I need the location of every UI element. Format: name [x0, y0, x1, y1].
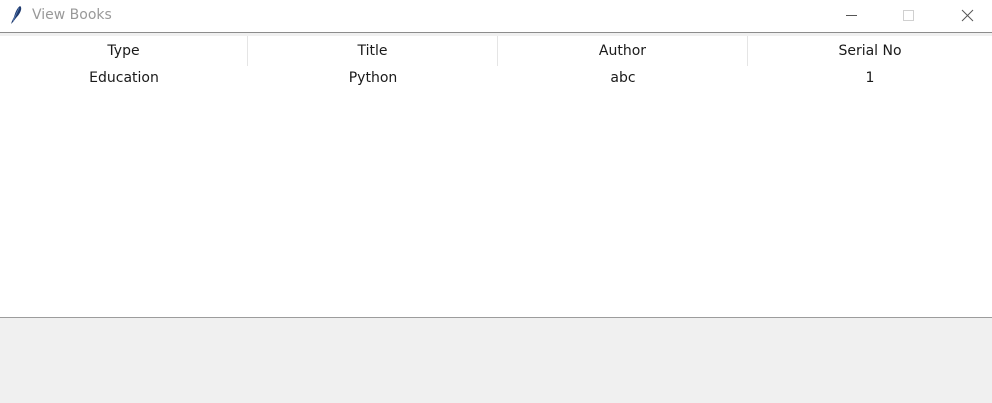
cell-author: abc — [610, 70, 636, 86]
window-title: View Books — [32, 7, 112, 23]
minimize-icon — [846, 15, 857, 16]
column-header-author[interactable]: Author — [498, 36, 748, 66]
view-books-window: View Books Type Title Author Serial No E… — [0, 0, 992, 403]
title-bar[interactable]: View Books — [0, 0, 992, 33]
cell-type: Education — [89, 70, 159, 86]
column-header-type[interactable]: Type — [0, 36, 248, 66]
books-table[interactable]: Type Title Author Serial No Education Py… — [0, 36, 992, 318]
feather-icon — [8, 5, 24, 25]
table-row[interactable]: Education Python abc 1 — [0, 66, 992, 90]
close-button[interactable] — [938, 0, 992, 32]
minimize-button[interactable] — [822, 0, 880, 32]
cell-title: Python — [348, 70, 398, 86]
table-header: Type Title Author Serial No — [0, 36, 992, 66]
maximize-button[interactable] — [880, 0, 938, 32]
close-icon — [961, 9, 974, 22]
column-header-serial-no[interactable]: Serial No — [748, 36, 992, 66]
cell-serial-no: 1 — [865, 70, 875, 86]
column-header-title[interactable]: Title — [248, 36, 498, 66]
maximize-icon — [903, 10, 914, 21]
